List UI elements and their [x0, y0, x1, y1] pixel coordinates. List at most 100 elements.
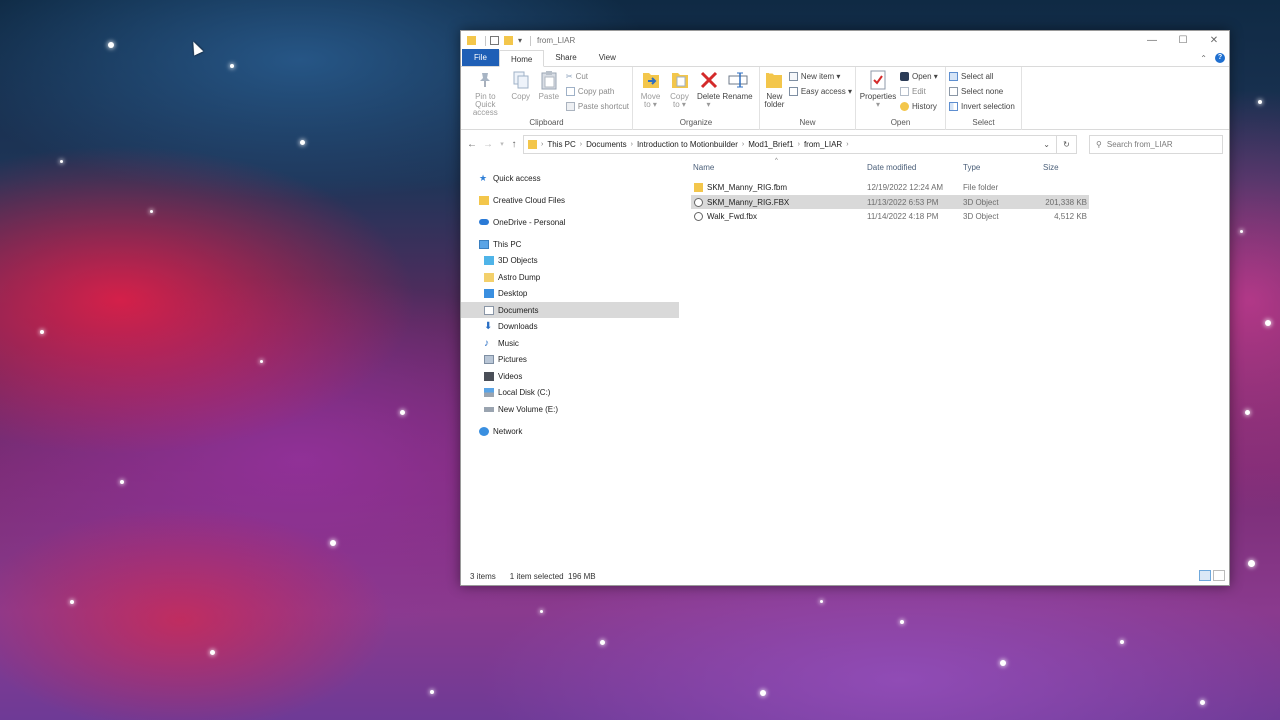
customize-quick-access-icon[interactable]: ▾ — [518, 36, 522, 45]
open-group-label: Open — [890, 118, 911, 127]
breadcrumb-separator: › — [797, 140, 800, 148]
copy-path-label: Copy path — [577, 87, 615, 96]
easy-access-button[interactable]: Easy access ▾ — [788, 86, 852, 97]
properties-quick-icon[interactable] — [490, 36, 499, 45]
forward-arrow-icon[interactable]: → — [483, 139, 493, 150]
copy-icon — [511, 69, 531, 91]
new-item-button[interactable]: New item ▾ — [788, 71, 852, 82]
nav-network[interactable]: Network — [461, 423, 679, 439]
search-input[interactable]: ⚲ Search from_LIAR — [1089, 134, 1223, 154]
breadcrumb-documents[interactable]: Documents — [586, 140, 626, 149]
invert-selection-icon — [949, 102, 958, 111]
breadcrumb-introduction[interactable]: Introduction to Motionbuilder — [637, 140, 738, 149]
select-none-icon — [949, 87, 958, 96]
column-header-date-modified[interactable]: Date modified — [867, 163, 916, 172]
cut-label: Cut — [575, 72, 589, 81]
nav-local-disk-label: Local Disk (C:) — [498, 387, 551, 397]
select-all-button[interactable]: Select all — [949, 71, 1015, 82]
organize-group-label: Organize — [679, 118, 713, 127]
nav-downloads[interactable]: ⬇ Downloads — [461, 318, 679, 334]
column-header-name[interactable]: Name — [693, 163, 714, 172]
select-all-label: Select all — [961, 72, 994, 81]
nav-videos[interactable]: Videos — [461, 368, 679, 384]
nav-astro-dump-label: Astro Dump — [498, 272, 541, 282]
breadcrumb-this-pc[interactable]: This PC — [547, 140, 575, 149]
back-arrow-icon[interactable]: ← — [467, 139, 477, 150]
open-button[interactable]: Open ▾ — [900, 71, 938, 82]
tab-view[interactable]: View — [588, 49, 627, 66]
new-folder-label-line2: folder — [764, 100, 785, 109]
delete-x-icon — [699, 69, 719, 91]
large-icons-view-icon[interactable] — [1213, 570, 1225, 581]
open-group: Properties ▾ Open ▾ Edit History Open — [856, 67, 946, 130]
address-dropdown-icon[interactable]: ⌄ — [1043, 140, 1050, 149]
nav-this-pc[interactable]: This PC — [461, 236, 679, 252]
delete-label-line2: ▾ — [706, 100, 711, 109]
column-header-size[interactable]: Size — [1043, 163, 1059, 172]
edit-button[interactable]: Edit — [900, 86, 938, 97]
nav-creative-cloud-files[interactable]: Creative Cloud Files — [461, 192, 679, 208]
recent-locations-chevron-icon[interactable]: ▾ — [499, 140, 505, 148]
file-type: File folder — [963, 182, 999, 192]
folder-icon — [484, 272, 494, 282]
address-bar[interactable]: › This PC › Documents › Introduction to … — [523, 134, 1077, 154]
nav-documents[interactable]: Documents — [461, 302, 679, 318]
copy-path-button[interactable]: Copy path — [565, 86, 629, 97]
refresh-icon[interactable]: ↻ — [1056, 135, 1076, 153]
details-view-icon[interactable] — [1199, 570, 1211, 581]
paste-shortcut-button[interactable]: Paste shortcut — [565, 101, 629, 112]
file-row-selected[interactable]: SKM_Manny_RIG.FBX 11/13/2022 6:53 PM 3D … — [691, 195, 1089, 209]
help-icon[interactable]: ? — [1215, 53, 1225, 63]
cut-button[interactable]: ✂ Cut — [566, 71, 629, 82]
cube-icon — [484, 255, 494, 265]
network-icon — [479, 426, 489, 436]
computer-icon — [479, 239, 489, 249]
nav-quick-access-label: Quick access — [493, 173, 541, 183]
tab-home[interactable]: Home — [499, 50, 545, 67]
nav-astro-dump[interactable]: Astro Dump — [461, 269, 679, 285]
nav-documents-label: Documents — [498, 305, 539, 315]
nav-music[interactable]: ♪ Music — [461, 335, 679, 351]
file-explorer-window: ▾ from_LIAR — ☐ ✕ File Home Share View ⌃… — [460, 30, 1230, 586]
file-list: ^ Name Date modified Type Size SKM_Manny… — [691, 158, 1229, 567]
column-header-type[interactable]: Type — [963, 163, 980, 172]
nav-quick-access[interactable]: ★ Quick access — [461, 170, 679, 186]
new-folder-quick-icon[interactable] — [504, 36, 513, 45]
history-button[interactable]: History — [900, 101, 938, 112]
collapse-ribbon-icon[interactable]: ⌃ — [1200, 54, 1207, 63]
select-none-button[interactable]: Select none — [949, 86, 1015, 97]
close-button[interactable]: ✕ — [1199, 31, 1229, 50]
history-icon — [900, 102, 909, 111]
tab-file[interactable]: File — [462, 49, 499, 66]
file-row[interactable]: Walk_Fwd.fbx 11/14/2022 4:18 PM 3D Objec… — [691, 209, 1089, 223]
divider — [485, 35, 486, 46]
sort-ascending-icon: ^ — [775, 158, 778, 164]
properties-icon — [868, 69, 888, 91]
nav-3d-objects[interactable]: 3D Objects — [461, 252, 679, 268]
clipboard-group: Pin to Quick access Copy Paste ✂ Cut Copy… — [461, 67, 633, 130]
nav-pictures[interactable]: Pictures — [461, 351, 679, 367]
file-type: 3D Object — [963, 197, 999, 207]
nav-new-volume-e[interactable]: New Volume (E:) — [461, 401, 679, 417]
file-row[interactable]: SKM_Manny_RIG.fbm 12/19/2022 12:24 AM Fi… — [691, 180, 1089, 194]
tab-share[interactable]: Share — [544, 49, 587, 66]
new-group: New folder New item ▾ Easy access ▾ New — [760, 67, 856, 130]
rename-label: Rename — [722, 92, 753, 101]
navigation-bar: ← → ▾ ↑ › This PC › Documents › Introduc… — [461, 130, 1229, 158]
edit-icon — [900, 87, 909, 96]
maximize-button[interactable]: ☐ — [1168, 31, 1198, 50]
up-arrow-icon[interactable]: ↑ — [511, 139, 517, 150]
nav-local-disk-c[interactable]: Local Disk (C:) — [461, 384, 679, 400]
invert-selection-button[interactable]: Invert selection — [949, 101, 1015, 112]
minimize-button[interactable]: — — [1137, 31, 1167, 50]
breadcrumb-mod1-brief1[interactable]: Mod1_Brief1 — [748, 140, 793, 149]
film-icon — [484, 371, 494, 381]
nav-desktop[interactable]: Desktop — [461, 285, 679, 301]
star-icon: ★ — [479, 172, 488, 183]
nav-onedrive[interactable]: OneDrive - Personal — [461, 214, 679, 230]
music-note-icon: ♪ — [484, 337, 489, 349]
drive-icon — [484, 406, 494, 412]
nav-creative-cloud-label: Creative Cloud Files — [493, 195, 566, 205]
breadcrumb-from-liar[interactable]: from_LIAR — [804, 140, 842, 149]
navigation-pane: ★ Quick access Creative Cloud Files OneD… — [461, 158, 679, 567]
